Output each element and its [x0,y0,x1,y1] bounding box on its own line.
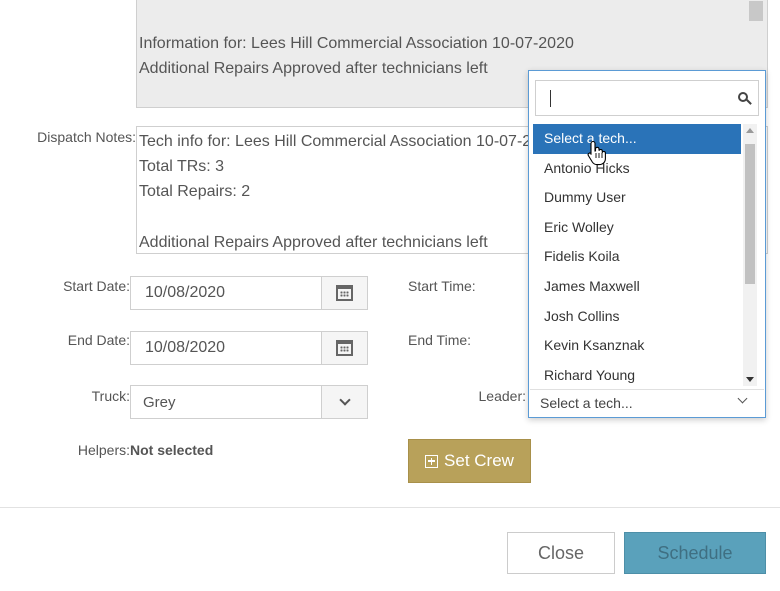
leader-select[interactable]: Select a tech... [530,389,764,417]
truck-dropdown-button[interactable] [321,386,367,418]
tech-option-josh-collins[interactable]: Josh Collins [533,302,741,332]
start-date-value: 10/08/2020 [145,284,226,301]
end-date-field[interactable]: 10/08/2020 [130,331,368,365]
tech-option-fidelis-koila[interactable]: Fidelis Koila [533,242,741,272]
start-time-label: Start Time: [408,278,476,294]
leader-label: Leader: [478,388,526,404]
notes-line-3: Total Repairs: 2 [139,183,251,200]
end-date-label: End Date: [67,332,130,348]
tech-option-select[interactable]: Select a tech... [533,124,741,154]
tech-dropdown[interactable]: Select a tech... Antonio Hicks Dummy Use… [528,70,766,418]
hand-cursor-icon [587,140,606,166]
scroll-down-arrow-icon[interactable] [746,377,754,382]
schedule-button[interactable]: Schedule [624,532,766,574]
set-crew-label: Set Crew [444,451,514,470]
calendar-icon [336,285,353,301]
end-date-value: 10/08/2020 [145,339,226,356]
helpers-value: Not selected [130,442,214,458]
footer-divider [0,507,780,508]
chevron-down-icon [737,393,748,404]
calendar-icon [336,340,353,356]
close-button[interactable]: Close [507,532,615,574]
start-date-label: Start Date: [63,278,130,294]
info-scrollbar[interactable] [749,1,763,21]
start-date-picker-button[interactable] [321,277,367,309]
tech-search-input[interactable] [536,81,726,115]
notes-line-5: Additional Repairs Approved after techni… [139,234,488,251]
tech-option-antonio-hicks[interactable]: Antonio Hicks [533,154,741,184]
set-crew-button[interactable]: Set Crew [408,439,531,483]
tech-option-eric-wolley[interactable]: Eric Wolley [533,213,741,243]
tech-search-box[interactable] [535,80,759,116]
truck-value: Grey [143,394,176,411]
chevron-down-icon [338,394,351,406]
truck-label: Truck: [91,388,130,404]
info-line-2: Additional Repairs Approved after techni… [139,60,488,77]
notes-line-2: Total TRs: 3 [139,158,225,175]
options-scrollbar[interactable] [743,124,757,386]
dispatch-notes-label: Dispatch Notes: [37,129,136,145]
tech-option-richard-young[interactable]: Richard Young [533,361,741,391]
search-icon [738,92,748,102]
scroll-up-arrow-icon[interactable] [746,128,754,133]
tech-option-kevin-ksanznak[interactable]: Kevin Ksanznak [533,331,741,361]
tech-option-james-maxwell[interactable]: James Maxwell [533,272,741,302]
text-caret [550,90,551,107]
leader-select-value: Select a tech... [540,395,633,411]
scroll-thumb[interactable] [745,144,755,284]
end-time-label: End Time: [408,332,472,348]
plus-square-icon [425,454,439,468]
notes-line-1: Tech info for: Lees Hill Commercial Asso… [139,133,558,150]
start-date-field[interactable]: 10/08/2020 [130,276,368,310]
end-date-picker-button[interactable] [321,332,367,364]
truck-select[interactable]: Grey [130,385,368,419]
helpers-label: Helpers: [77,442,130,458]
info-line-1: Information for: Lees Hill Commercial As… [139,35,574,52]
tech-option-dummy-user[interactable]: Dummy User [533,183,741,213]
tech-options-list: Select a tech... Antonio Hicks Dummy Use… [533,124,741,390]
